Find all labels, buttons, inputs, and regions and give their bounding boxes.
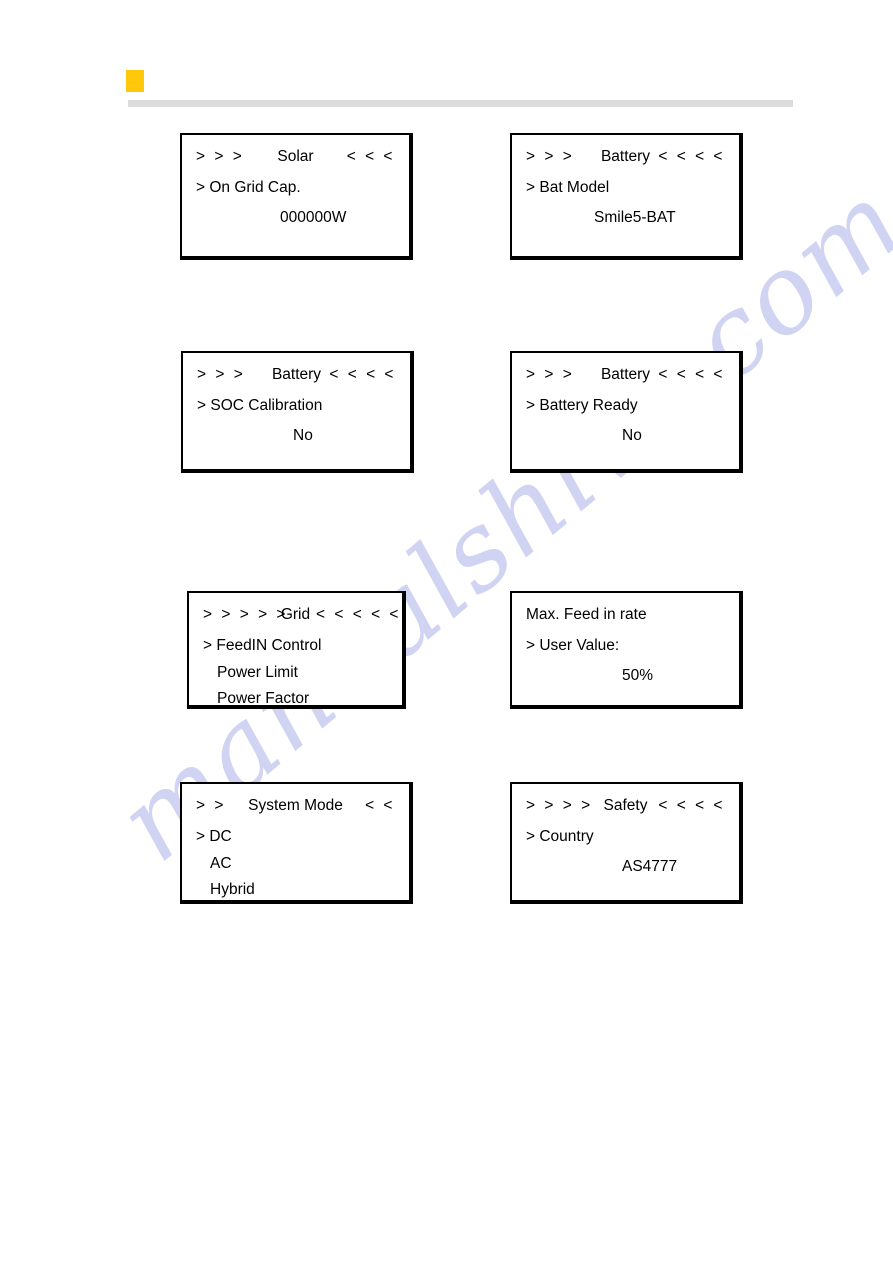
left-arrows-indicator: > > > xyxy=(526,366,575,383)
menu-item-selected[interactable]: > FeedIN Control xyxy=(203,638,388,654)
lcd-panel-system-mode: > > System Mode < < > DC AC Hybrid xyxy=(180,782,413,904)
left-arrows-indicator: > > > > > xyxy=(203,606,288,623)
right-arrows-indicator: < < xyxy=(365,797,395,814)
right-arrows-indicator: < < < xyxy=(346,148,395,165)
right-arrows-indicator: < < < < xyxy=(658,797,725,814)
lcd-panel-max-feed-in-rate: Max. Feed in rate > User Value: 50% xyxy=(510,591,743,709)
menu-item-selected[interactable]: > SOC Calibration xyxy=(197,398,396,414)
left-arrows-indicator: > > > > xyxy=(526,797,593,814)
lcd-screen-title: Battery xyxy=(271,366,322,383)
menu-item-selected[interactable]: > Bat Model xyxy=(526,180,725,196)
lcd-screen-title: Grid xyxy=(280,606,311,623)
lcd-panel-solar-on-grid-cap: > > > Solar < < < > On Grid Cap. 000000W xyxy=(180,133,413,260)
menu-value: 000000W xyxy=(280,208,347,226)
menu-value: 50% xyxy=(622,666,654,684)
lcd-panel-battery-soc-calibration: > > > Battery < < < < > SOC Calibration … xyxy=(181,351,414,473)
lcd-screen-title: System Mode xyxy=(248,797,343,814)
lcd-title-row: > > > > > Grid < < < < < xyxy=(203,606,401,627)
menu-item-selected[interactable]: > User Value: xyxy=(526,638,725,654)
right-arrows-indicator: < < < < xyxy=(329,366,396,383)
left-arrows-indicator: > > > xyxy=(197,366,246,383)
lcd-screen-title: Battery xyxy=(600,148,651,165)
lcd-title-row: > > System Mode < < xyxy=(196,798,395,818)
right-arrows-indicator: < < < < xyxy=(658,366,725,383)
menu-item-selected[interactable]: > Country xyxy=(526,829,725,845)
menu-value: No xyxy=(622,426,642,444)
lcd-title-row: > > > Solar < < < xyxy=(196,149,395,169)
lcd-title-row: > > > > Safety < < < < xyxy=(526,798,725,818)
right-arrows-indicator: < < < < xyxy=(658,148,725,165)
menu-item-option[interactable]: Power Factor xyxy=(203,691,388,707)
left-arrows-indicator: > > > xyxy=(196,148,245,165)
menu-value: AS4777 xyxy=(622,857,678,875)
lcd-panel-grid: > > > Solar < < < > On Grid Cap. 000000W… xyxy=(0,0,893,1263)
right-arrows-indicator: < < < < < xyxy=(316,606,401,623)
menu-item-option[interactable]: AC xyxy=(196,855,395,872)
menu-item-selected[interactable]: > Battery Ready xyxy=(526,398,725,414)
menu-item-option[interactable]: Power Limit xyxy=(203,664,388,681)
menu-value: No xyxy=(293,426,313,444)
lcd-panel-safety-country: > > > > Safety < < < < > Country AS4777 xyxy=(510,782,743,904)
lcd-title-row: > > > Battery < < < < xyxy=(526,149,725,169)
menu-item-option[interactable]: Hybrid xyxy=(196,882,395,898)
lcd-screen-title: Solar xyxy=(277,148,314,165)
lcd-title-row: > > > Battery < < < < xyxy=(197,367,396,387)
left-arrows-indicator: > > > xyxy=(526,148,575,165)
lcd-screen-title: Safety xyxy=(603,797,648,814)
lcd-title-row: > > > Battery < < < < xyxy=(526,367,725,387)
menu-item-selected[interactable]: > DC xyxy=(196,829,395,845)
menu-item-selected[interactable]: > On Grid Cap. xyxy=(196,180,395,196)
lcd-panel-battery-battery-ready: > > > Battery < < < < > Battery Ready No xyxy=(510,351,743,473)
lcd-panel-battery-bat-model: > > > Battery < < < < > Bat Model Smile5… xyxy=(510,133,743,260)
menu-value: Smile5-BAT xyxy=(594,208,676,226)
lcd-panel-grid-feedin-control: > > > > > Grid < < < < < > FeedIN Contro… xyxy=(187,591,406,709)
left-arrows-indicator: > > xyxy=(196,797,226,814)
lcd-screen-title: Max. Feed in rate xyxy=(526,606,647,623)
lcd-screen-title: Battery xyxy=(600,366,651,383)
